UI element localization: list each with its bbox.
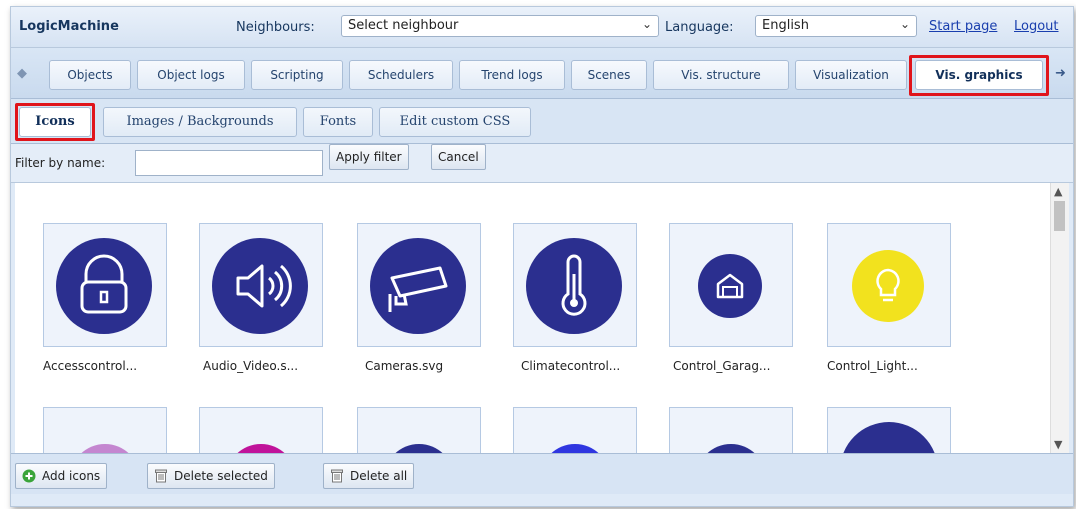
scrollbar-thumb[interactable] xyxy=(1054,201,1065,231)
icon-card-control-light[interactable] xyxy=(827,223,951,347)
delete-selected-button[interactable]: Delete selected xyxy=(147,463,275,489)
chevron-down-icon: ⌄ xyxy=(899,17,910,31)
garage-icon xyxy=(716,273,744,299)
language-label: Language: xyxy=(665,20,734,35)
icon-card[interactable] xyxy=(513,407,637,453)
filter-bar: Filter by name: Apply filter Cancel xyxy=(11,144,1073,183)
icon-card-cameras[interactable] xyxy=(357,223,481,347)
tab-schedulers[interactable]: Schedulers xyxy=(349,60,453,90)
icon-circle xyxy=(384,444,454,453)
thermometer-icon xyxy=(561,254,587,316)
status-strip xyxy=(11,494,1073,506)
tab-scripting[interactable]: Scripting xyxy=(251,60,343,90)
icon-caption: Climatecontrol... xyxy=(521,359,621,373)
delete-all-label: Delete all xyxy=(350,469,408,483)
subtab-edit-custom-css[interactable]: Edit custom CSS xyxy=(379,107,531,137)
tab-scenes[interactable]: Scenes xyxy=(571,60,647,90)
logout-link[interactable]: Logout xyxy=(1014,19,1059,34)
tab-vis-graphics[interactable]: Vis. graphics xyxy=(915,60,1043,90)
icon-circle xyxy=(70,444,140,453)
bottom-toolbar: Add icons Delete selected Delete all xyxy=(11,453,1073,494)
subtab-fonts[interactable]: Fonts xyxy=(303,107,373,137)
header-bar: LogicMachine Neighbours: Select neighbou… xyxy=(11,7,1073,48)
add-icons-button[interactable]: Add icons xyxy=(15,463,108,489)
sub-tab-bar: Icons Images / Backgrounds Fonts Edit cu… xyxy=(11,99,1073,144)
icon-gallery: Accesscontrol... Audio_Video.s... Camera… xyxy=(15,183,1069,453)
vertical-scrollbar[interactable]: ▲ ▼ xyxy=(1050,183,1069,453)
add-icons-label: Add icons xyxy=(42,469,101,483)
icon-caption: Cameras.svg xyxy=(365,359,444,373)
speaker-icon xyxy=(236,264,292,308)
icon-circle xyxy=(696,444,766,453)
chevron-down-icon: ⌄ xyxy=(641,17,652,31)
icon-circle xyxy=(540,444,610,453)
neighbours-label: Neighbours: xyxy=(236,20,315,35)
tab-trend-logs[interactable]: Trend logs xyxy=(459,60,565,90)
subtab-icons[interactable]: Icons xyxy=(19,107,91,137)
icon-caption: Audio_Video.s... xyxy=(203,359,299,373)
icon-caption: Accesscontrol... xyxy=(43,359,138,373)
icon-card[interactable] xyxy=(357,407,481,453)
trash-icon xyxy=(155,469,167,483)
scroll-down-icon[interactable]: ▼ xyxy=(1054,438,1062,451)
tab-visualization[interactable]: Visualization xyxy=(795,60,907,90)
filter-label: Filter by name: xyxy=(15,156,106,170)
icon-circle xyxy=(840,422,938,453)
language-select-value: English xyxy=(762,18,809,33)
tab-vis-structure[interactable]: Vis. structure xyxy=(653,60,789,90)
padlock-icon xyxy=(80,254,128,314)
icon-card-climatecontrol[interactable] xyxy=(513,223,637,347)
apply-filter-button[interactable]: Apply filter xyxy=(329,144,409,170)
filter-input[interactable] xyxy=(135,150,323,176)
icon-card-accesscontrol[interactable] xyxy=(43,223,167,347)
scroll-right-icon[interactable]: ➜ xyxy=(1055,66,1066,81)
icon-card[interactable] xyxy=(199,407,323,453)
neighbours-select-value: Select neighbour xyxy=(348,18,459,33)
delete-all-button[interactable]: Delete all xyxy=(323,463,415,489)
lightbulb-icon xyxy=(876,268,900,302)
icon-circle xyxy=(226,444,296,453)
main-tab-bar: ◆ Objects Object logs Scripting Schedule… xyxy=(11,48,1073,99)
scroll-up-icon[interactable]: ▲ xyxy=(1054,185,1062,198)
neighbours-select[interactable]: Select neighbour ⌄ xyxy=(341,15,659,37)
icon-card[interactable] xyxy=(827,407,951,453)
camera-icon xyxy=(388,266,448,312)
brand-title: LogicMachine xyxy=(19,19,119,34)
trash-icon xyxy=(331,469,343,483)
scroll-left-icon[interactable]: ◆ xyxy=(17,66,27,81)
icon-caption: Control_Light... xyxy=(827,359,918,373)
cancel-button[interactable]: Cancel xyxy=(431,144,486,170)
start-page-link[interactable]: Start page xyxy=(929,19,997,34)
subtab-images-backgrounds[interactable]: Images / Backgrounds xyxy=(103,107,297,137)
tab-objects[interactable]: Objects xyxy=(49,60,131,90)
icon-card-control-garage[interactable] xyxy=(669,223,793,347)
icon-card[interactable] xyxy=(669,407,793,453)
icon-caption: Control_Garag... xyxy=(673,359,771,373)
icon-card-audio-video[interactable] xyxy=(199,223,323,347)
add-icon xyxy=(22,469,36,483)
tab-object-logs[interactable]: Object logs xyxy=(137,60,245,90)
icon-card[interactable] xyxy=(43,407,167,453)
app-window: LogicMachine Neighbours: Select neighbou… xyxy=(10,6,1074,507)
language-select[interactable]: English ⌄ xyxy=(755,15,917,37)
delete-selected-label: Delete selected xyxy=(174,469,268,483)
